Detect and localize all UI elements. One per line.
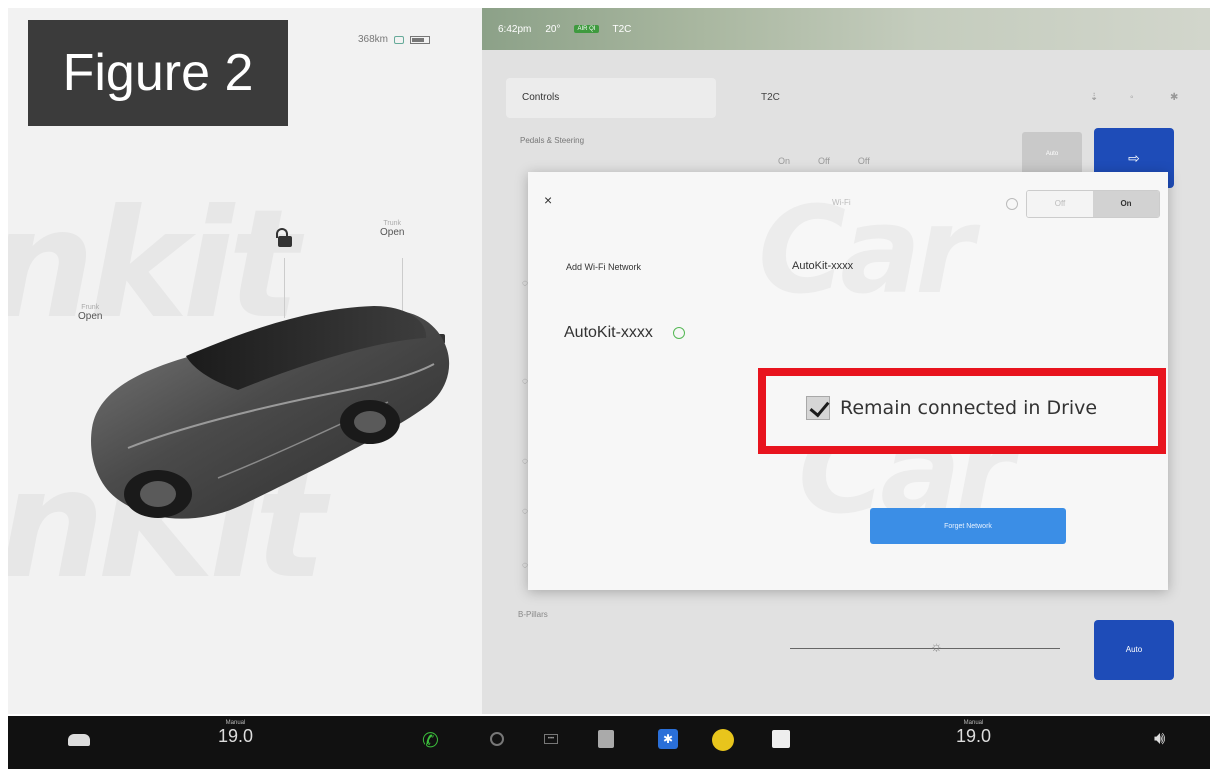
driver-temp[interactable]: Manual 19.0 <box>218 720 253 747</box>
pedal-option[interactable]: Off <box>818 156 830 166</box>
outside-temp: 20° <box>545 23 561 35</box>
battery-icon <box>410 35 431 44</box>
auto-button[interactable]: Auto <box>1094 620 1174 680</box>
network-list-item[interactable]: AutoKit-xxxx <box>792 260 853 272</box>
add-network-link[interactable]: Add Wi-Fi Network <box>566 262 641 272</box>
camera-icon[interactable] <box>490 732 504 746</box>
forget-network-button[interactable]: Forget Network <box>870 508 1066 544</box>
air-quality-badge: AIR QI <box>574 25 599 33</box>
remain-connected-option[interactable]: Remain connected in Drive <box>806 396 1097 420</box>
brightness-slider[interactable] <box>790 648 1060 649</box>
dots-icon[interactable]: ••• <box>544 734 558 744</box>
menu-item-b-pillar[interactable]: B-Pillars <box>518 610 548 619</box>
wifi-on-button[interactable]: On <box>1093 191 1159 217</box>
passenger-temp-value: 19.0 <box>956 726 992 746</box>
remain-connected-checkbox[interactable] <box>806 396 830 420</box>
bluetooth-status-icon[interactable]: ✱ <box>1170 92 1178 103</box>
remain-connected-label: Remain connected in Drive <box>840 397 1098 419</box>
status-bar: 6:42pm 20° AIR QI T2C <box>482 8 1210 50</box>
pedal-options: On Off Off <box>778 156 870 166</box>
figure-label: Figure 2 <box>28 20 288 126</box>
connected-network[interactable]: AutoKit-xxxx <box>564 324 685 342</box>
bluetooth-icon[interactable]: ✱ <box>658 729 678 749</box>
passenger-temp[interactable]: Manual 19.0 <box>956 720 991 747</box>
phone-icon[interactable]: ✆ <box>422 728 439 753</box>
driver-profile[interactable]: T2C <box>761 78 780 118</box>
wifi-modal: Car Car × Wi-Fi Off On Add Wi-Fi Network… <box>528 172 1168 590</box>
controls-header: Controls T2C ⇣ ◦ ✱ <box>506 78 1196 118</box>
trunk-open-button[interactable]: Trunk Open <box>380 220 404 238</box>
toybox-icon[interactable] <box>712 729 734 751</box>
connected-network-name: AutoKit-xxxx <box>564 324 653 341</box>
driver-temp-value: 19.0 <box>218 726 254 746</box>
car-status-panel: nkit nKit Figure 2 368km Trunk Open Frun… <box>8 8 482 714</box>
bell-icon[interactable]: ◦ <box>1130 92 1134 103</box>
controls-tab[interactable]: Controls <box>506 78 716 118</box>
connected-check-icon <box>672 327 685 339</box>
calendar-icon[interactable] <box>598 730 614 748</box>
watermark: Car <box>758 182 974 321</box>
bottom-dock: Manual 19.0 ✆ ••• ✱ Manual 19.0 🔊︎ <box>8 716 1210 769</box>
trunk-label: Trunk <box>383 220 402 227</box>
notes-icon[interactable] <box>772 730 790 748</box>
wifi-off-button[interactable]: Off <box>1027 191 1093 217</box>
time-text: 6:42pm <box>498 23 532 35</box>
range-text: 368km <box>358 34 389 45</box>
brightness-icon[interactable]: ☼ <box>930 638 943 654</box>
wifi-toggle-group: Off On <box>1026 190 1160 218</box>
close-button[interactable]: × <box>544 192 552 208</box>
download-icon[interactable]: ⇣ <box>1090 92 1098 103</box>
pedal-option[interactable]: On <box>778 156 790 166</box>
modal-title: Wi-Fi <box>832 198 851 207</box>
car-icon[interactable] <box>68 734 90 746</box>
pedal-option[interactable]: Off <box>858 156 870 166</box>
volume-icon[interactable]: 🔊︎ <box>1154 728 1165 749</box>
info-icon[interactable] <box>1006 198 1018 210</box>
wifi-toggle: Off On <box>1006 190 1160 218</box>
highlight-box: Remain connected in Drive <box>758 368 1166 454</box>
car-image <box>91 306 450 519</box>
left-status-bar: 368km <box>358 34 431 45</box>
trunk-action: Open <box>380 227 405 238</box>
lock-icon[interactable] <box>276 228 292 247</box>
gray-option-chip[interactable]: Auto <box>1022 132 1082 176</box>
menu-item-pedals[interactable]: Pedals & Steering <box>520 136 584 145</box>
lock-status-icon <box>394 35 405 44</box>
driver-profile-top[interactable]: T2C <box>613 24 632 35</box>
